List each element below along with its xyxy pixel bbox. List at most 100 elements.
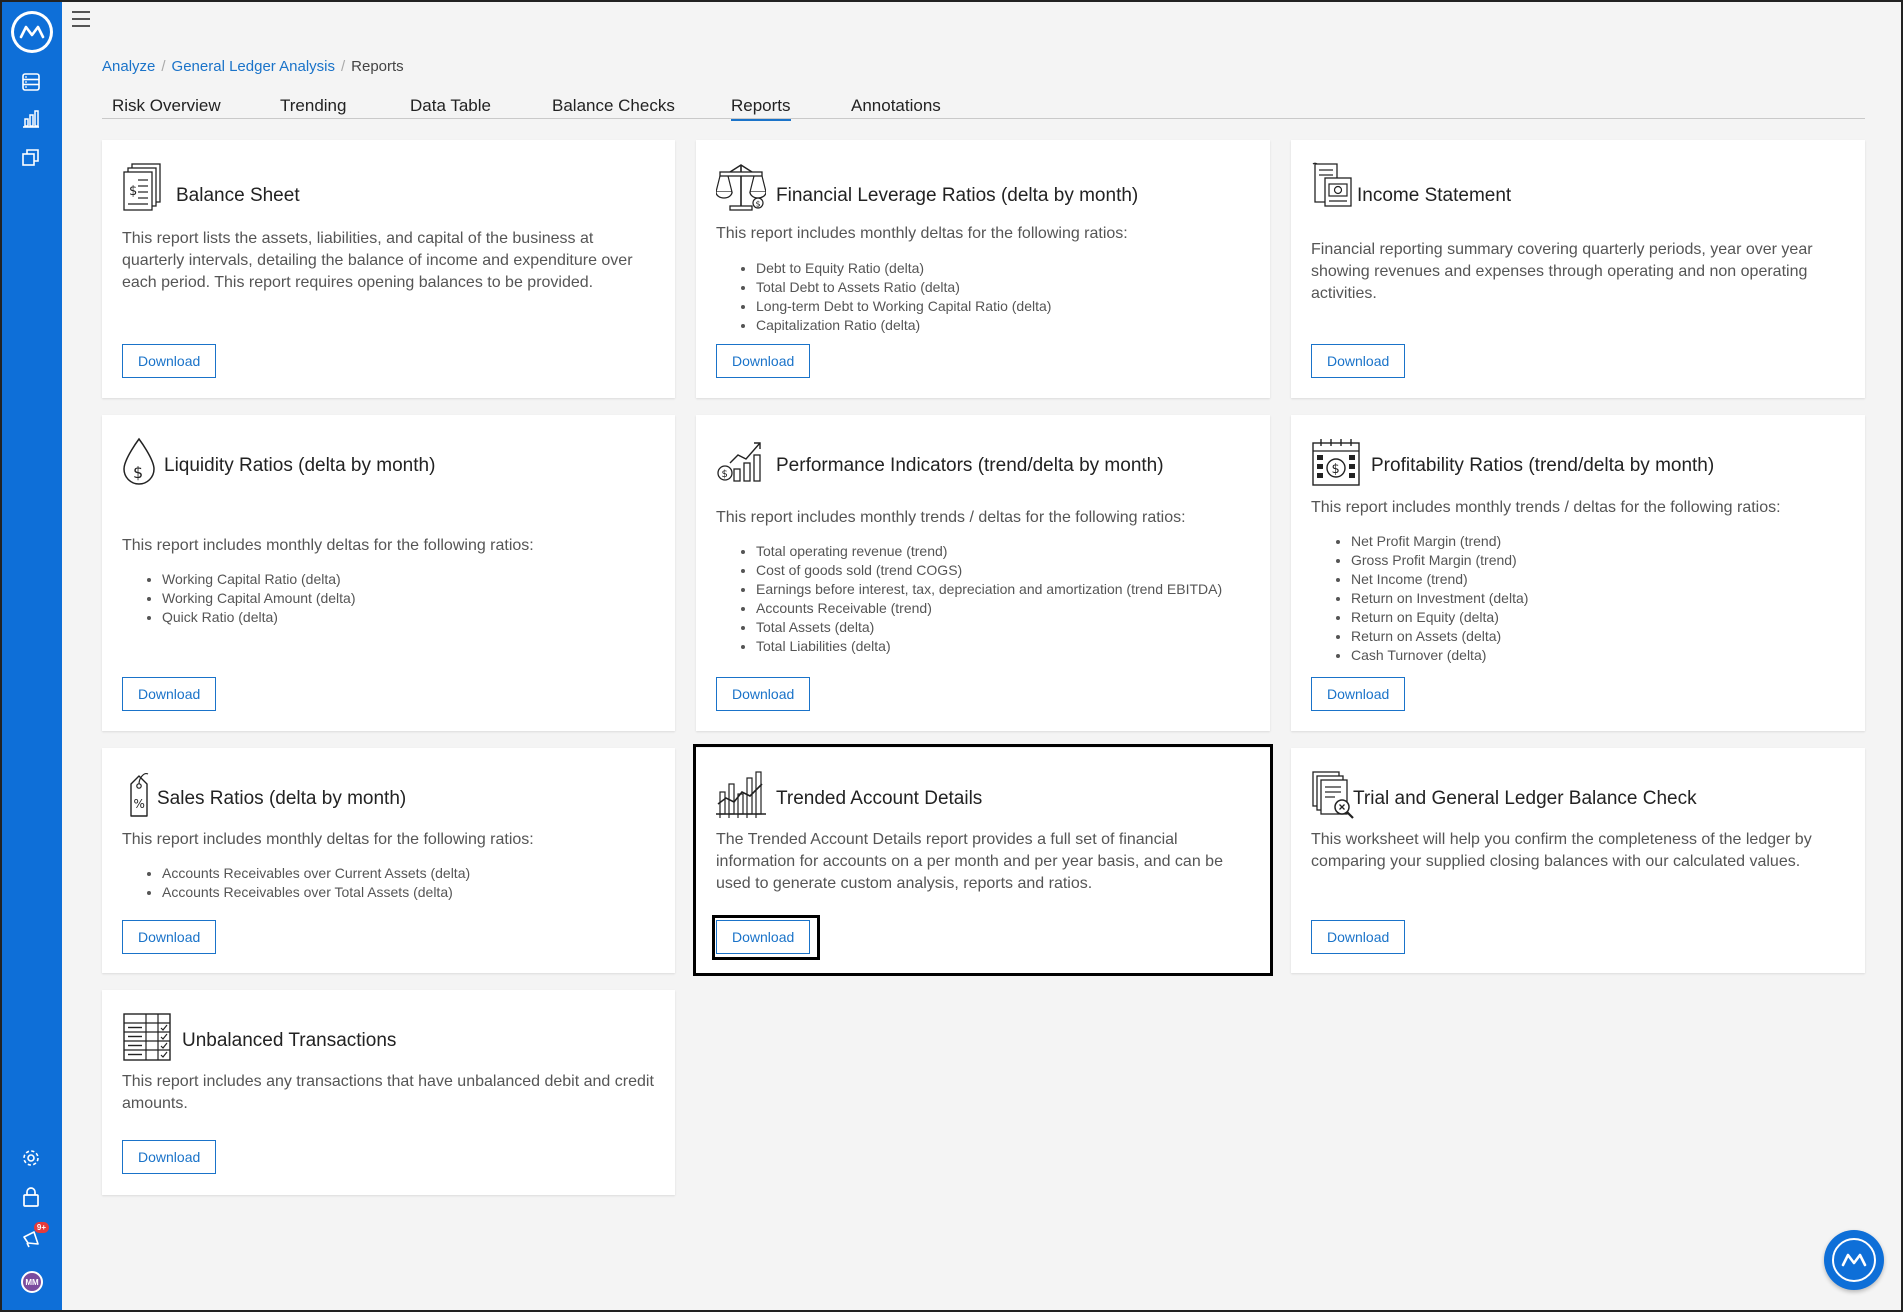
list-item: Total Assets (delta) <box>756 618 1222 637</box>
list-item: Quick Ratio (delta) <box>162 608 356 627</box>
breadcrumb-general-ledger-analysis[interactable]: General Ledger Analysis <box>172 58 335 75</box>
gear-icon <box>23 1150 39 1166</box>
tab-trending[interactable]: Trending <box>280 96 346 119</box>
report-card-sales-ratios: % Sales Ratios (delta by month) This rep… <box>102 748 675 973</box>
ratio-list: Debt to Equity Ratio (delta) Total Debt … <box>716 259 1051 335</box>
list-item: Total Liabilities (delta) <box>756 637 1222 656</box>
download-button-performance-indicators[interactable]: Download <box>716 677 811 711</box>
download-button-financial-leverage[interactable]: Download <box>716 344 811 378</box>
list-item: Working Capital Amount (delta) <box>162 589 356 608</box>
balance-sheet-icon: $ <box>123 163 161 211</box>
download-button-trial-balance-check[interactable]: Download <box>1311 920 1406 954</box>
list-item: Return on Assets (delta) <box>1351 627 1528 646</box>
ratio-list: Total operating revenue (trend) Cost of … <box>716 542 1222 656</box>
breadcrumb-separator: / <box>161 58 166 75</box>
growth-chart-icon: $ <box>717 442 761 482</box>
card-description: This report includes monthly deltas for … <box>122 831 534 848</box>
card-title: Profitability Ratios (trend/delta by mon… <box>1371 455 1715 476</box>
sidebar-item-settings[interactable] <box>19 1146 43 1170</box>
svg-text:$: $ <box>133 463 143 482</box>
list-item: Accounts Receivables over Total Assets (… <box>162 883 470 902</box>
list-item: Return on Investment (delta) <box>1351 589 1528 608</box>
sidebar-item-data[interactable] <box>19 70 43 94</box>
calendar-dollar-icon: $ <box>1312 439 1360 486</box>
list-item: Total operating revenue (trend) <box>756 542 1222 561</box>
report-stack-icon <box>22 149 39 166</box>
svg-text:$: $ <box>1332 462 1340 477</box>
download-button-profitability-ratios[interactable]: Download <box>1311 677 1406 711</box>
sidebar-item-reports[interactable] <box>19 145 43 169</box>
sidebar: 9+ MM <box>0 0 62 1312</box>
download-button-trended-account-details[interactable]: Download <box>716 920 811 954</box>
data-list-icon <box>22 73 40 91</box>
hamburger-menu-icon[interactable] <box>72 11 90 27</box>
help-chat-button[interactable] <box>1824 1230 1884 1290</box>
list-item: Gross Profit Margin (trend) <box>1351 551 1528 570</box>
card-description: Financial reporting summary covering qua… <box>1311 241 1813 302</box>
checklist-table-icon <box>123 1013 171 1061</box>
card-description: This report includes monthly trends / de… <box>1311 499 1781 516</box>
card-title: Trial and General Ledger Balance Check <box>1353 788 1697 809</box>
card-title: Balance Sheet <box>176 185 300 206</box>
sidebar-item-security[interactable] <box>19 1185 43 1209</box>
tab-data-table[interactable]: Data Table <box>410 96 491 119</box>
card-description: The Trended Account Details report provi… <box>716 831 1223 892</box>
dollar-drop-icon: $ <box>123 437 155 485</box>
breadcrumb-analyze[interactable]: Analyze <box>102 58 155 75</box>
tab-balance-checks[interactable]: Balance Checks <box>552 96 675 119</box>
report-card-balance-sheet: $ Balance Sheet This report lists the as… <box>102 140 675 398</box>
card-title: Financial Leverage Ratios (delta by mont… <box>776 185 1139 206</box>
svg-text:$: $ <box>129 184 137 199</box>
card-title: Liquidity Ratios (delta by month) <box>164 455 436 476</box>
report-card-trended-account-details: Trended Account Details The Trended Acco… <box>696 748 1270 973</box>
card-description: This worksheet will help you confirm the… <box>1311 831 1812 870</box>
lock-icon <box>23 1187 39 1207</box>
document-search-icon <box>1312 771 1354 819</box>
list-item: Cost of goods sold (trend COGS) <box>756 561 1222 580</box>
avatar[interactable]: MM <box>21 1271 43 1293</box>
card-title: Unbalanced Transactions <box>182 1030 397 1051</box>
svg-text:%: % <box>134 797 145 811</box>
card-title: Income Statement <box>1357 185 1512 206</box>
card-description: This report includes monthly deltas for … <box>716 225 1128 242</box>
report-card-financial-leverage-ratios: $ Financial Leverage Ratios (delta by mo… <box>696 140 1270 398</box>
download-button-balance-sheet[interactable]: Download <box>122 344 217 378</box>
download-button-unbalanced-transactions[interactable]: Download <box>122 1140 217 1174</box>
svg-text:$: $ <box>756 200 761 209</box>
sidebar-item-analyze[interactable] <box>19 107 43 131</box>
list-item: Total Debt to Assets Ratio (delta) <box>756 278 1051 297</box>
svg-text:$: $ <box>722 469 728 480</box>
tab-annotations[interactable]: Annotations <box>851 96 941 119</box>
tab-risk-overview[interactable]: Risk Overview <box>112 96 221 119</box>
ratio-list: Net Profit Margin (trend) Gross Profit M… <box>1311 532 1528 665</box>
download-button-income-statement[interactable]: Download <box>1311 344 1406 378</box>
list-item: Accounts Receivable (trend) <box>756 599 1222 618</box>
scales-icon: $ <box>716 164 766 211</box>
chat-logo-icon <box>1832 1238 1876 1282</box>
breadcrumb: Analyze / General Ledger Analysis / Repo… <box>102 58 404 75</box>
breadcrumb-separator: / <box>340 58 346 75</box>
card-title: Trended Account Details <box>776 788 983 809</box>
download-button-liquidity-ratios[interactable]: Download <box>122 677 217 711</box>
list-item: Capitalization Ratio (delta) <box>756 316 1051 335</box>
ratio-list: Accounts Receivables over Current Assets… <box>122 864 470 902</box>
report-card-unbalanced-transactions: Unbalanced Transactions This report incl… <box>102 990 675 1195</box>
report-card-income-statement: Income Statement Financial reporting sum… <box>1291 140 1865 398</box>
list-item: Working Capital Ratio (delta) <box>162 570 356 589</box>
bar-chart-icon <box>23 110 39 128</box>
logo-mark-icon <box>14 14 50 50</box>
income-statement-icon <box>1312 162 1352 207</box>
app-logo[interactable] <box>11 11 53 53</box>
report-card-profitability-ratios: $ Profitability Ratios (trend/delta by m… <box>1291 415 1865 731</box>
list-item: Net Income (trend) <box>1351 570 1528 589</box>
card-title: Sales Ratios (delta by month) <box>157 788 407 809</box>
tab-reports[interactable]: Reports <box>731 96 791 121</box>
list-item: Accounts Receivables over Current Assets… <box>162 864 470 883</box>
download-button-sales-ratios[interactable]: Download <box>122 920 217 954</box>
list-item: Long-term Debt to Working Capital Ratio … <box>756 297 1051 316</box>
tab-bar: Risk Overview Trending Data Table Balanc… <box>102 94 1865 121</box>
report-card-trial-balance-check: Trial and General Ledger Balance Check T… <box>1291 748 1865 973</box>
report-card-liquidity-ratios: $ Liquidity Ratios (delta by month) This… <box>102 415 675 731</box>
notification-badge: 9+ <box>33 1222 49 1233</box>
sidebar-item-announcements[interactable]: 9+ <box>19 1222 49 1251</box>
